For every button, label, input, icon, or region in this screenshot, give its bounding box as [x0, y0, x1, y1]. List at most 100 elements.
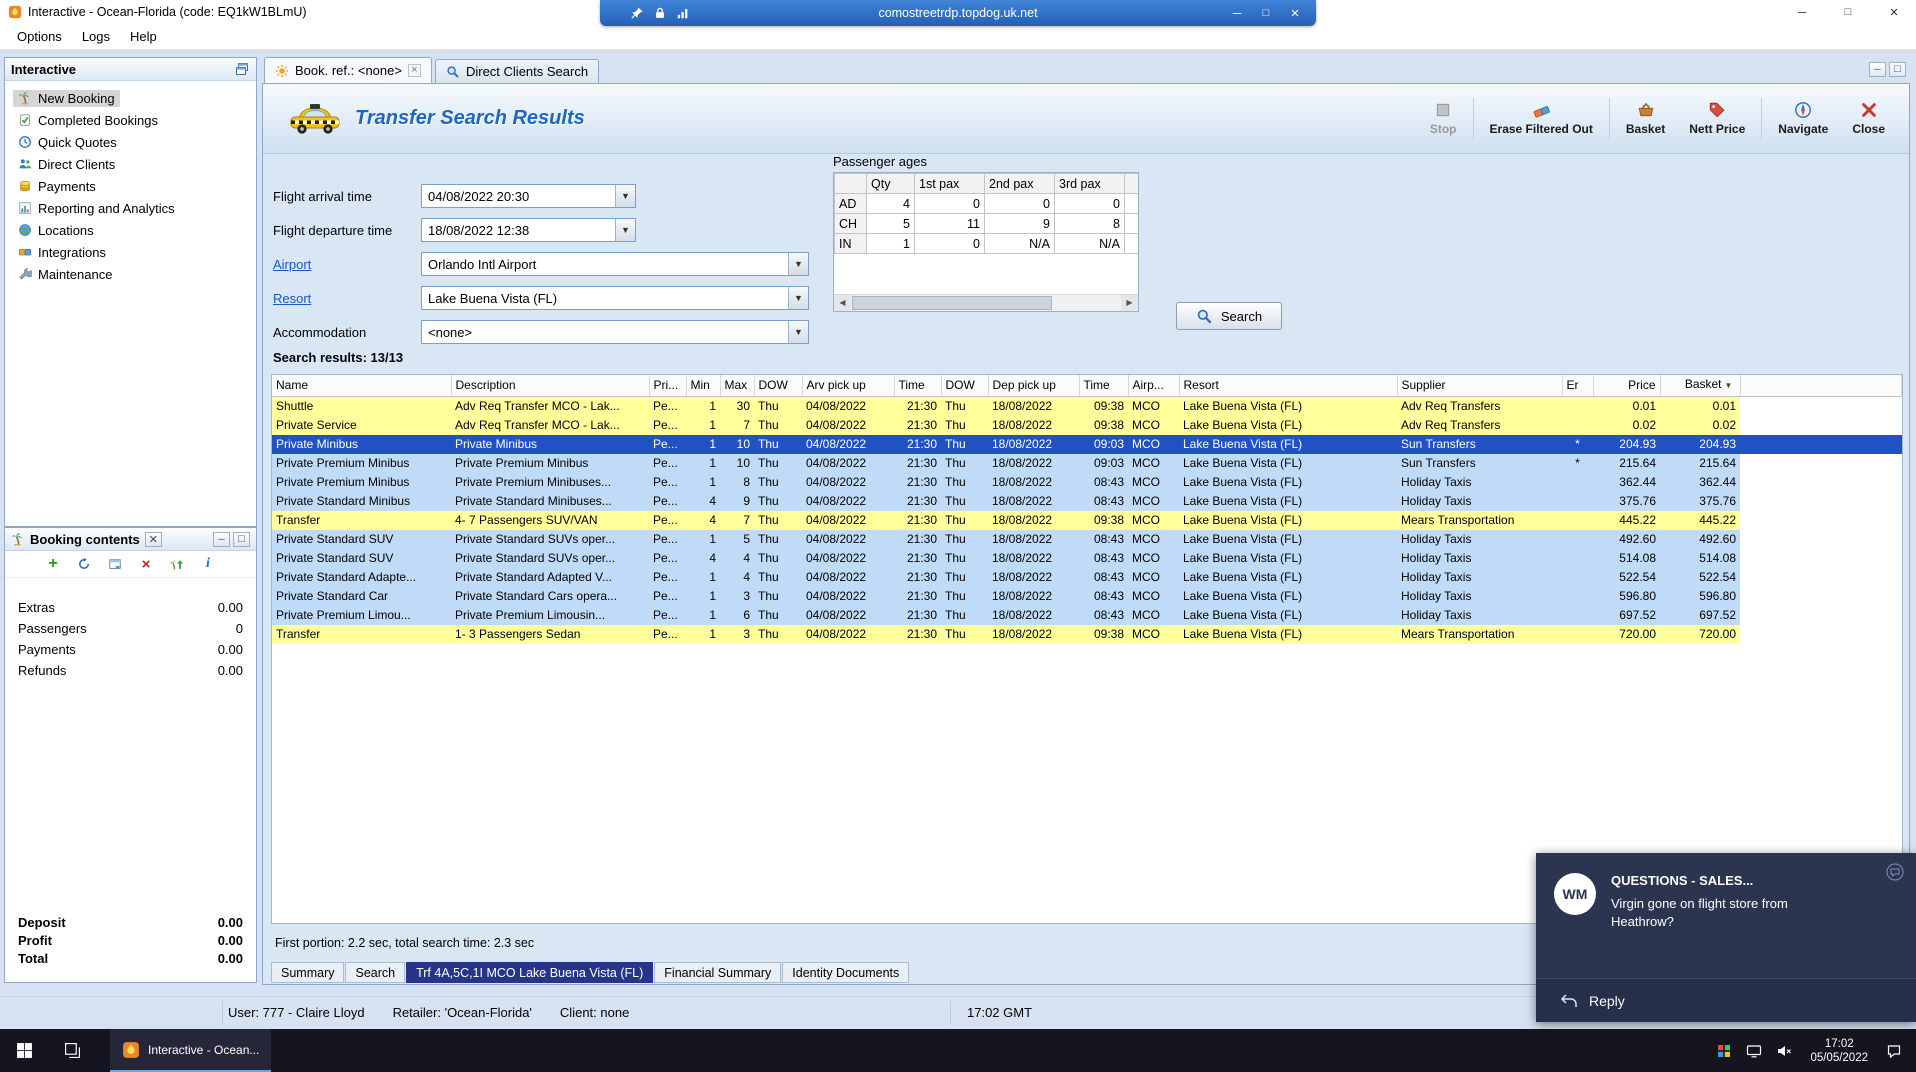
pin-icon[interactable]: [630, 6, 644, 20]
results-row[interactable]: Shuttle Adv Req Transfer MCO - Lak... Pe..…: [272, 396, 1902, 416]
taskbar-clock[interactable]: 17:02 05/05/2022: [1806, 1037, 1872, 1065]
resort-field[interactable]: Lake Buena Vista (FL) ▼: [421, 286, 809, 310]
notification-toast[interactable]: WM QUESTIONS - SALES... Virgin gone on f…: [1536, 853, 1916, 1022]
column-header-airp[interactable]: Airp...: [1128, 375, 1180, 397]
column-header-resort[interactable]: Resort: [1179, 375, 1398, 397]
tab-book-ref-none[interactable]: Book. ref.: <none> ×: [264, 57, 432, 83]
sidebar-item-integrations[interactable]: Integrations: [10, 241, 251, 263]
sidebar-item-reporting-and-analytics[interactable]: Reporting and Analytics: [10, 197, 251, 219]
notification-reply-button[interactable]: Reply: [1536, 978, 1916, 1022]
pax-cell[interactable]: 4: [866, 193, 915, 214]
results-row[interactable]: Private Standard Car Private Standard Car…: [272, 586, 1902, 606]
results-row[interactable]: Private Premium Minibus Private Premium M…: [272, 472, 1902, 492]
panel-minimize-button[interactable]: ─: [1869, 62, 1886, 77]
column-header-basket[interactable]: Basket ▼: [1660, 375, 1741, 397]
column-header-dow[interactable]: DOW: [941, 375, 989, 397]
pax-cell[interactable]: 5: [866, 213, 915, 234]
nett-price-button[interactable]: Nett Price: [1679, 97, 1755, 140]
task-view-button[interactable]: [48, 1029, 96, 1072]
panel-maximize-button[interactable]: □: [1889, 62, 1906, 77]
airport-field[interactable]: Orlando Intl Airport ▼: [421, 252, 809, 276]
accommodation-field[interactable]: <none> ▼: [421, 320, 809, 344]
sidebar-item-completed-bookings[interactable]: Completed Bookings: [10, 109, 251, 131]
sidebar-item-payments[interactable]: Payments: [10, 175, 251, 197]
menu-options[interactable]: Options: [8, 26, 71, 47]
column-header-time[interactable]: Time: [1079, 375, 1129, 397]
menu-logs[interactable]: Logs: [73, 26, 119, 47]
flight-departure-time-field[interactable]: 18/08/2022 12:38 ▼: [421, 218, 636, 242]
tray-hidden-icons-icon[interactable]: [1716, 1043, 1732, 1059]
pax-cell[interactable]: 0: [1054, 193, 1125, 214]
booking-contents-row[interactable]: Passengers 0: [5, 618, 256, 639]
results-row[interactable]: Transfer 1- 3 Passengers Sedan Pe... 1 3 Thu 0…: [272, 624, 1902, 644]
pax-cell[interactable]: 0: [914, 193, 985, 214]
dropdown-button[interactable]: ▼: [788, 287, 808, 309]
booking-tool-export-icon[interactable]: [168, 555, 186, 573]
sidebar-item-quick-quotes[interactable]: Quick Quotes: [10, 131, 251, 153]
sidebar-item-locations[interactable]: Locations: [10, 219, 251, 241]
booking-contents-close-button[interactable]: ×: [144, 531, 162, 547]
dropdown-button[interactable]: ▼: [615, 185, 635, 207]
rdp-close-button[interactable]: ×: [1282, 3, 1308, 23]
window-minimize-button[interactable]: ─: [1778, 0, 1824, 24]
column-header-supplier[interactable]: Supplier: [1397, 375, 1563, 397]
rdp-restore-button[interactable]: □: [1253, 3, 1279, 23]
dropdown-button[interactable]: ▼: [615, 219, 635, 241]
menu-help[interactable]: Help: [121, 26, 166, 47]
passenger-ages-table[interactable]: Qty 1st pax 2nd pax 3rd pax AD 4 0 0 0 CH 5 11 9 8 IN 1…: [834, 173, 1138, 254]
tab-close-icon[interactable]: ×: [407, 64, 421, 77]
pax-cell[interactable]: N/A: [1054, 233, 1125, 254]
search-button[interactable]: Search: [1176, 302, 1282, 330]
rdp-minimize-button[interactable]: ─: [1224, 3, 1250, 23]
pax-cell[interactable]: 0: [914, 233, 985, 254]
bottom-tab-identity-documents[interactable]: Identity Documents: [782, 962, 910, 983]
pax-cell[interactable]: N/A: [984, 233, 1055, 254]
dropdown-button[interactable]: ▼: [788, 253, 808, 275]
pax-cell[interactable]: 0: [984, 193, 1055, 214]
start-button[interactable]: [0, 1029, 48, 1072]
sidebar-item-new-booking[interactable]: New Booking: [10, 87, 251, 109]
airport-label[interactable]: Airport: [273, 257, 421, 272]
results-row[interactable]: Transfer 4- 7 Passengers SUV/VAN Pe... 4 7 Th…: [272, 510, 1902, 530]
bottom-tab-trf-4a-5c-1i-mco-lake-buena-vista-fl[interactable]: Trf 4A,5C,1I MCO Lake Buena Vista (FL): [406, 962, 654, 983]
sidebar-item-direct-clients[interactable]: Direct Clients: [10, 153, 251, 175]
column-header-time[interactable]: Time: [894, 375, 942, 397]
scroll-right-button[interactable]: ▶: [1121, 295, 1138, 311]
sidebar-item-maintenance[interactable]: Maintenance: [10, 263, 251, 285]
results-row[interactable]: Private Service Adv Req Transfer MCO - La…: [272, 415, 1902, 435]
column-header-name[interactable]: Name: [272, 375, 452, 397]
results-row[interactable]: Private Standard SUV Private Standard SUV…: [272, 529, 1902, 549]
action-center-icon[interactable]: [1886, 1043, 1902, 1059]
window-close-button[interactable]: ×: [1870, 0, 1916, 24]
results-row[interactable]: Private Premium Limou... Private Premium …: [272, 605, 1902, 625]
booking-tool-info-icon[interactable]: i: [199, 555, 217, 573]
booking-tool-delete-icon[interactable]: ×: [137, 555, 155, 573]
navigate-button[interactable]: Navigate: [1768, 97, 1838, 140]
column-header-dep-pick-up[interactable]: Dep pick up: [988, 375, 1080, 397]
results-row[interactable]: Private Standard Minibus Private Standard…: [272, 491, 1902, 511]
results-row[interactable]: Private Standard Adapte... Private Standa…: [272, 567, 1902, 587]
window-maximize-button[interactable]: □: [1824, 0, 1870, 24]
booking-contents-row[interactable]: Payments 0.00: [5, 639, 256, 660]
taskbar-app-button[interactable]: Interactive - Ocean...: [110, 1029, 272, 1072]
booking-contents-row[interactable]: Extras 0.00: [5, 597, 256, 618]
booking-contents-row[interactable]: Refunds 0.00: [5, 660, 256, 681]
column-header-max[interactable]: Max: [720, 375, 755, 397]
column-header-price[interactable]: Price: [1593, 375, 1661, 397]
tray-audio-icon[interactable]: [1776, 1043, 1792, 1059]
scrollbar-thumb[interactable]: [852, 296, 1052, 310]
stop-button[interactable]: Stop: [1420, 97, 1467, 140]
column-header-er[interactable]: Er: [1562, 375, 1594, 397]
bottom-tab-search[interactable]: Search: [345, 962, 406, 983]
booking-tool-add-icon[interactable]: +: [44, 555, 62, 573]
pax-cell[interactable]: 8: [1054, 213, 1125, 234]
results-table[interactable]: Name Description Pri... Min Max DOW Arv pick u…: [272, 375, 1902, 644]
resort-label[interactable]: Resort: [273, 291, 421, 306]
tab-direct-clients-search[interactable]: Direct Clients Search: [434, 59, 600, 83]
pax-cell[interactable]: 9: [984, 213, 1055, 234]
booking-tool-window-icon[interactable]: [106, 555, 124, 573]
basket-button[interactable]: Basket: [1616, 97, 1675, 140]
dropdown-button[interactable]: ▼: [788, 321, 808, 343]
erase-filtered-out-button[interactable]: Erase Filtered Out: [1480, 97, 1603, 140]
results-row[interactable]: Private Minibus Private Minibus Pe... 1 10 Th…: [272, 434, 1902, 454]
